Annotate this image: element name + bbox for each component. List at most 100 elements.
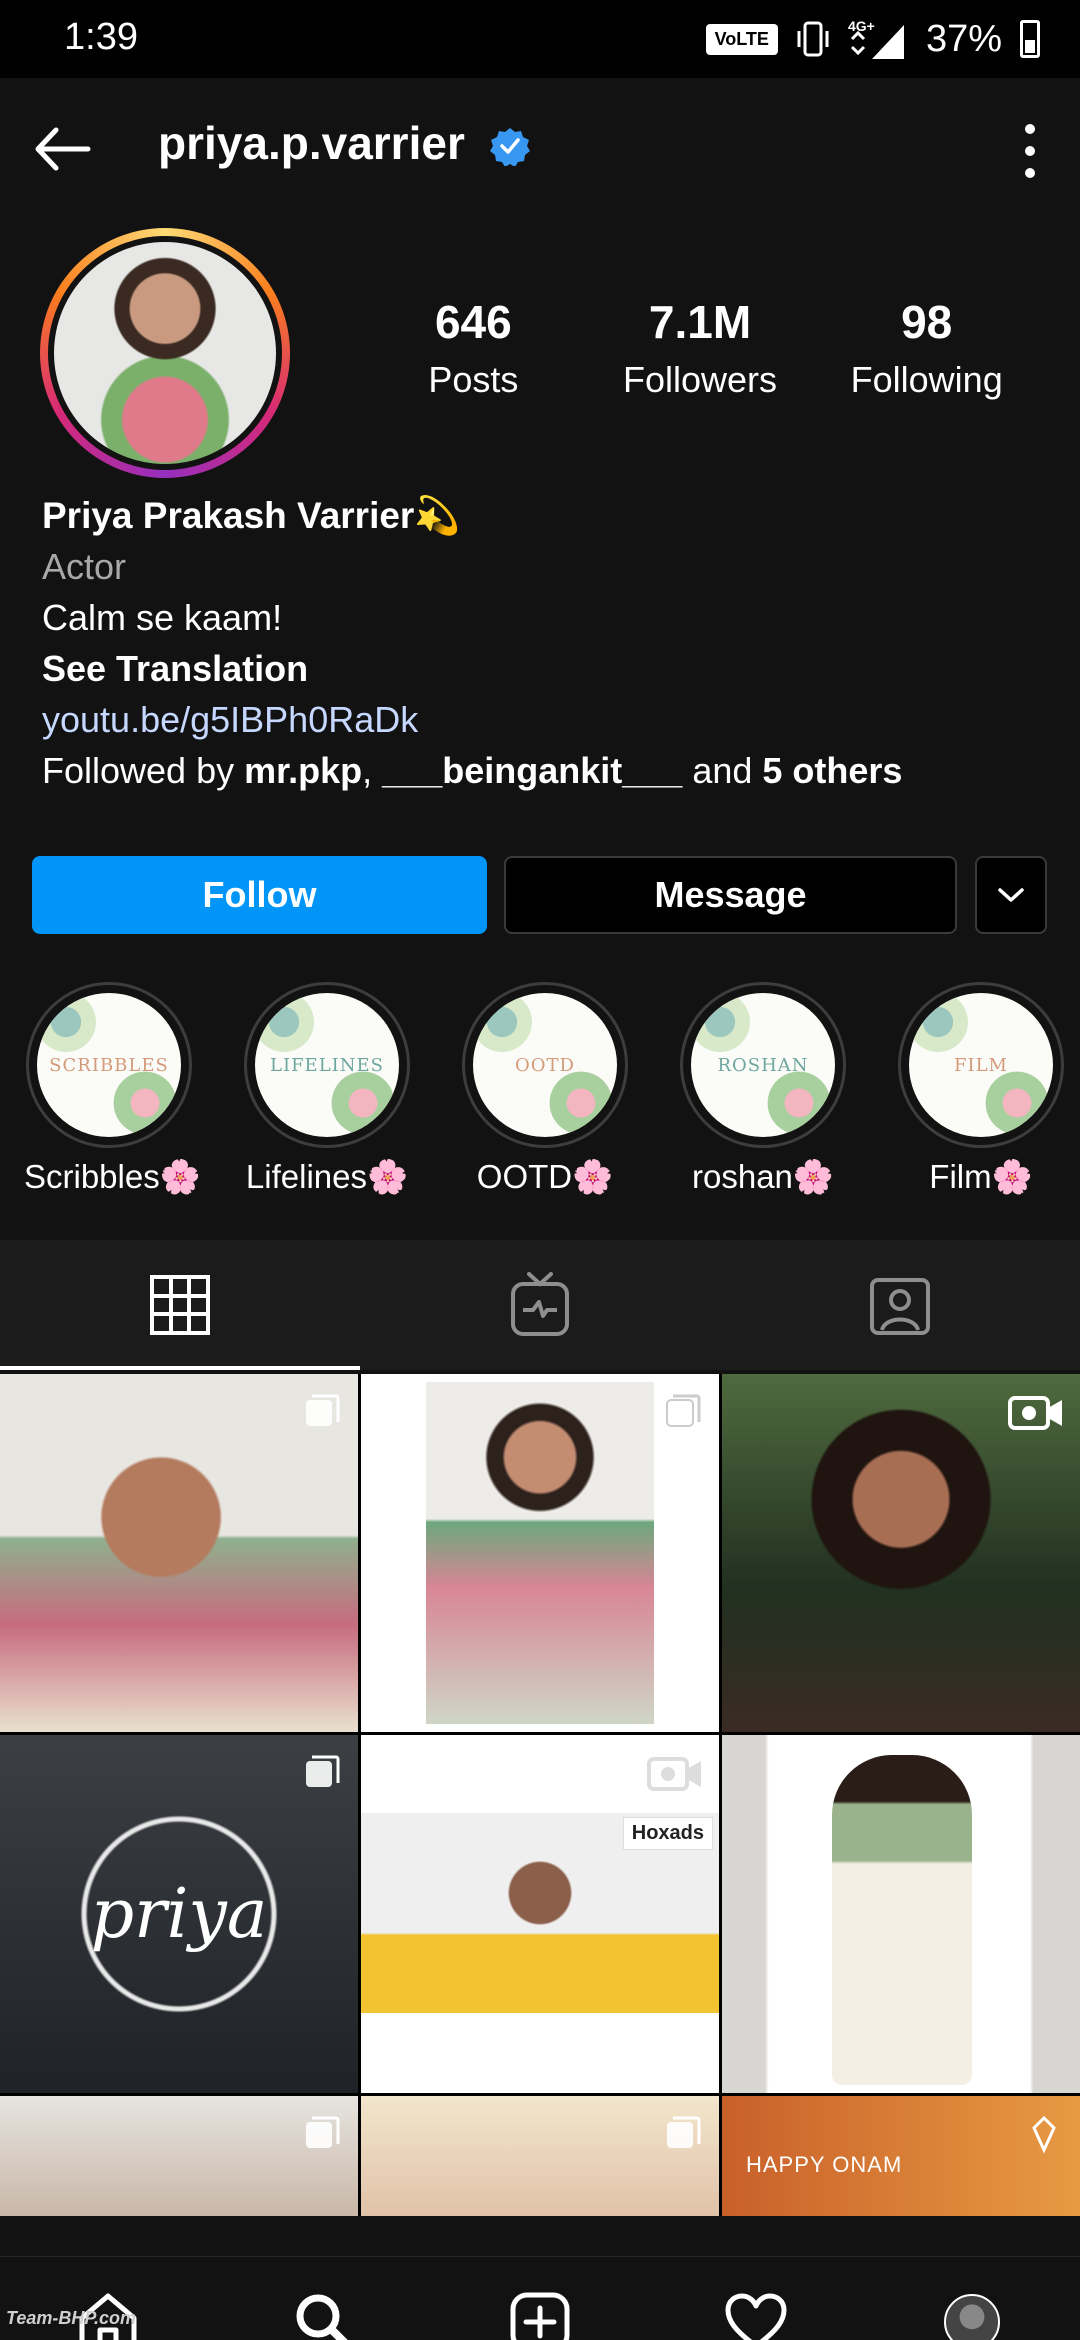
followed-by-and: and: [682, 750, 763, 791]
highlight-cover-text: OOTD: [515, 1054, 575, 1076]
highlight-scribbles[interactable]: SCRIBBLES Scribbles🌸: [24, 982, 201, 1202]
highlight-cover: OOTD: [473, 993, 617, 1137]
profile-avatar-story-ring[interactable]: [40, 228, 290, 478]
post-logo: Hoxads: [622, 1817, 713, 1850]
status-time: 1:39: [64, 16, 138, 58]
post-overlay-text: HAPPY ONAM: [746, 2152, 903, 2177]
profile-avatar-small: [944, 2293, 1000, 2340]
followed-by-user2: ___beingankit___: [382, 750, 683, 791]
see-translation-link[interactable]: See Translation: [42, 643, 1042, 694]
post-thumbnail[interactable]: HAPPY ONAM: [722, 2096, 1080, 2216]
bottom-navigation: [0, 2256, 1080, 2340]
search-icon: [296, 2294, 349, 2340]
nav-search[interactable]: [284, 2282, 364, 2340]
highlight-label: roshan🌸: [692, 1158, 834, 1195]
reel-icon: [1032, 2115, 1056, 2154]
nav-activity[interactable]: [716, 2282, 796, 2340]
back-arrow-icon[interactable]: [28, 114, 98, 184]
highlight-label: OOTD🌸: [476, 1158, 614, 1195]
highlight-cover: FILM: [909, 993, 1053, 1137]
highlight-cover: LIFELINES: [255, 993, 399, 1137]
bio-link[interactable]: youtu.be/g5IBPh0RaDk: [42, 694, 1042, 745]
highlight-ootd[interactable]: OOTD OOTD🌸: [460, 982, 630, 1202]
highlight-cover: ROSHAN: [691, 993, 835, 1137]
volte-badge: VoLTE: [705, 23, 778, 55]
followed-by-prefix: Followed by: [42, 750, 245, 791]
post-thumbnail[interactable]: [361, 1374, 719, 1732]
profile-stats: 646 Posts 7.1M Followers 98 Following: [360, 295, 1040, 401]
post-overlay-text: priya: [90, 1875, 268, 1954]
post-thumbnail[interactable]: [722, 1374, 1080, 1732]
post-thumbnail[interactable]: [0, 2096, 358, 2216]
display-name: Priya Prakash Varrier💫: [42, 495, 461, 536]
battery-icon: [1020, 20, 1040, 58]
stat-followers-label: Followers: [622, 359, 778, 400]
followed-by-others: 5 others: [762, 750, 903, 791]
followed-by-user1: mr.pkp: [244, 750, 363, 791]
post-thumbnail[interactable]: [361, 2096, 719, 2216]
signal-icon: 4G+: [848, 18, 904, 59]
profile-bio: Priya Prakash Varrier💫 Actor Calm se kaa…: [42, 490, 1042, 796]
bio-text: Calm se kaam!: [42, 597, 283, 638]
carousel-icon: [667, 2116, 701, 2148]
activity-heart-icon: [725, 2293, 787, 2340]
profile-avatar: [54, 242, 276, 464]
highlight-lifelines[interactable]: LIFELINES Lifelines🌸: [242, 982, 412, 1202]
profile-tabs: [0, 1240, 1080, 1370]
chevron-down-icon: [998, 888, 1024, 902]
video-camera-icon: [647, 1757, 701, 1791]
highlight-film[interactable]: FILM Film🌸: [896, 982, 1066, 1202]
carousel-icon: [306, 2116, 340, 2148]
status-icons: VoLTE 4G+ 37%: [705, 14, 1040, 64]
highlight-cover-text: LIFELINES: [270, 1054, 384, 1076]
nav-profile[interactable]: [932, 2282, 1012, 2340]
highlight-label: Scribbles🌸: [24, 1158, 201, 1195]
highlight-label: Lifelines🌸: [245, 1158, 409, 1195]
highlight-label: Film🌸: [929, 1158, 1033, 1195]
tab-posts-grid[interactable]: [0, 1240, 360, 1370]
profile-header: priya.p.varrier: [0, 78, 1080, 208]
more-options-icon[interactable]: [1010, 118, 1050, 184]
post-thumbnail[interactable]: [722, 1735, 1080, 2093]
highlight-roshan[interactable]: ROSHAN roshan🌸: [678, 982, 848, 1202]
post-thumbnail[interactable]: Hoxads: [361, 1735, 719, 2093]
header-username: priya.p.varrier: [158, 117, 465, 169]
carousel-icon: [666, 1394, 701, 1427]
posts-grid: priya Hoxads HAPPY ONAM: [0, 1374, 1080, 2216]
video-camera-icon: [1008, 1396, 1062, 1430]
profile-category: Actor: [42, 546, 127, 587]
stat-following[interactable]: 98 Following: [813, 295, 1040, 401]
follow-button[interactable]: Follow: [32, 856, 487, 934]
stat-followers-value: 7.1M: [648, 296, 752, 348]
highlight-cover-text: FILM: [954, 1054, 1008, 1076]
highlight-cover-text: SCRIBBLES: [49, 1054, 169, 1076]
post-thumbnail[interactable]: priya: [0, 1735, 358, 2093]
stat-following-value: 98: [901, 296, 953, 348]
igtv-icon: [511, 1272, 569, 1336]
battery-percent: 37%: [925, 17, 1002, 60]
carousel-icon: [306, 1394, 340, 1426]
network-type-label: 4G+: [848, 18, 875, 34]
post-thumbnail[interactable]: [0, 1374, 358, 1732]
tagged-icon: [870, 1278, 930, 1335]
stat-followers[interactable]: 7.1M Followers: [587, 295, 814, 401]
stat-following-label: Following: [850, 359, 1003, 400]
highlight-cover-text: ROSHAN: [717, 1054, 809, 1076]
stat-posts-value: 646: [434, 296, 512, 348]
status-bar: 1:39 VoLTE 4G+ 37%: [0, 0, 1080, 78]
vibrate-icon: [797, 21, 829, 57]
suggested-accounts-button[interactable]: [975, 856, 1047, 934]
followed-by-sep: ,: [362, 750, 383, 791]
highlight-cover: SCRIBBLES: [37, 993, 181, 1137]
story-highlights: SCRIBBLES Scribbles🌸 LIFELINES Lifelines…: [0, 982, 1080, 1202]
tab-tagged[interactable]: [720, 1240, 1080, 1370]
stat-posts-label: Posts: [428, 359, 519, 400]
verified-badge-icon: [490, 128, 530, 166]
tab-igtv[interactable]: [360, 1240, 720, 1370]
message-button[interactable]: Message: [504, 856, 957, 934]
grid-icon: [150, 1275, 210, 1335]
nav-create[interactable]: [500, 2282, 580, 2340]
stat-posts[interactable]: 646 Posts: [360, 295, 587, 401]
followed-by[interactable]: Followed by mr.pkp, ___beingankit___ and…: [42, 745, 1042, 796]
add-post-icon: [510, 2292, 570, 2340]
